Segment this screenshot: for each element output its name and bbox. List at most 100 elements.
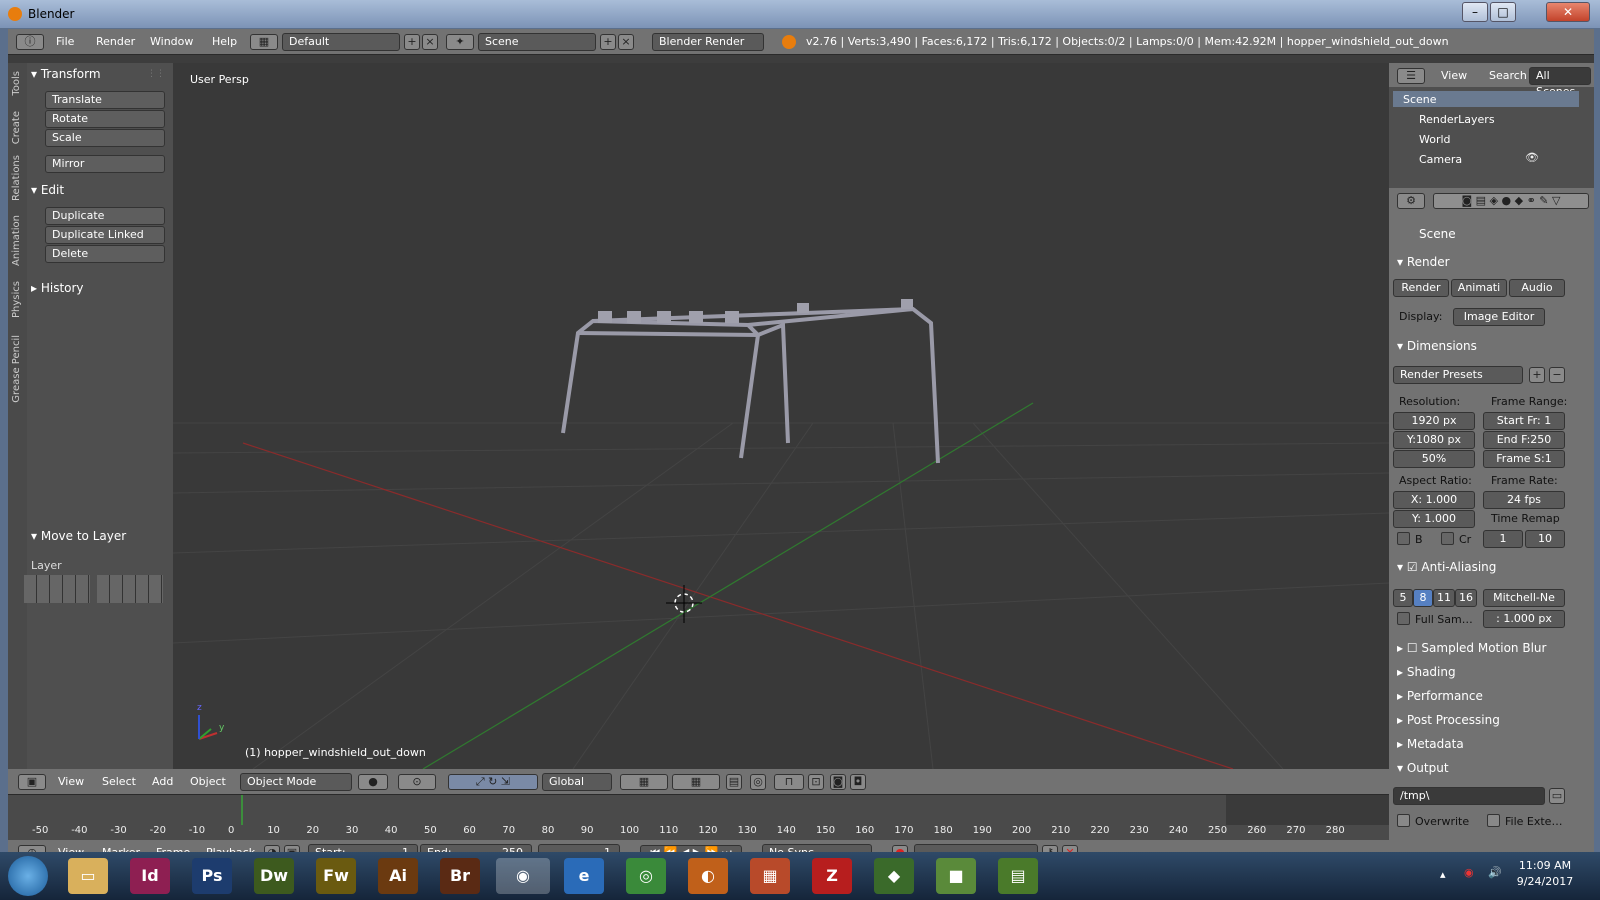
orientation-select[interactable]: Global — [542, 773, 612, 791]
start-frame-field[interactable]: Start Fr: 1 — [1483, 412, 1565, 430]
close-button[interactable]: ✕ — [1546, 2, 1590, 22]
output-panel-title[interactable]: ▾ Output — [1397, 761, 1449, 775]
render-panel-title[interactable]: ▾ Render — [1397, 255, 1450, 269]
chart-app-icon[interactable]: ▤ — [998, 858, 1038, 894]
display-select[interactable]: Image Editor — [1453, 308, 1545, 326]
layout-icon[interactable]: ▦ — [250, 34, 278, 50]
remap-new-field[interactable]: 10 — [1525, 530, 1565, 548]
tab-grease-pencil[interactable]: Grease Pencil — [11, 335, 22, 403]
metadata-panel-title[interactable]: ▸ Metadata — [1397, 737, 1464, 751]
aa-samples-8[interactable]: 8 — [1413, 589, 1433, 607]
duplicate-button[interactable]: Duplicate — [45, 207, 165, 225]
bridge-icon[interactable]: Br — [440, 858, 480, 894]
editor-type-button[interactable]: ⚙ — [1397, 193, 1425, 209]
shading-select[interactable]: ● — [358, 774, 388, 790]
remap-old-field[interactable]: 1 — [1483, 530, 1523, 548]
tab-animation[interactable]: Animation — [11, 215, 22, 266]
dimensions-panel-title[interactable]: ▾ Dimensions — [1397, 339, 1477, 353]
frame-step-field[interactable]: Frame S:1 — [1483, 450, 1565, 468]
add-layout-button[interactable]: + — [404, 34, 420, 50]
crop-checkbox[interactable] — [1441, 532, 1454, 545]
paint-icon[interactable]: ▦ — [750, 858, 790, 894]
chrome-icon[interactable]: ◎ — [626, 858, 666, 894]
indesign-icon[interactable]: Id — [130, 858, 170, 894]
audio-button[interactable]: Audio — [1509, 279, 1565, 297]
resolution-x-field[interactable]: 1920 px — [1393, 412, 1475, 430]
fireworks-icon[interactable]: Fw — [316, 858, 356, 894]
scene-select[interactable]: Scene — [478, 33, 596, 51]
outliner-row-world[interactable]: World — [1419, 133, 1451, 146]
add-preset-button[interactable]: + — [1529, 367, 1545, 383]
tab-relations[interactable]: Relations — [11, 155, 22, 201]
grip-icon[interactable]: ⋮⋮ — [147, 69, 165, 79]
remove-layout-button[interactable]: × — [422, 34, 438, 50]
menu-render[interactable]: Render — [96, 35, 135, 48]
frame-ruler[interactable]: -50 -40 -30 -20 -10 0 10 20 30 40 50 60 70 80 90 100 110… — [8, 825, 1389, 839]
blender-taskbar-icon[interactable]: ◉ — [496, 858, 550, 894]
menu-help[interactable]: Help — [212, 35, 237, 48]
3d-viewport[interactable]: y z User Persp (1) hopper_windshield_out… — [173, 63, 1389, 769]
snap-target-icon[interactable]: ⊡ — [808, 774, 824, 790]
render-anim-icon[interactable]: ◘ — [850, 774, 866, 790]
aspect-x-field[interactable]: X: 1.000 — [1393, 491, 1475, 509]
edit-panel-title[interactable]: ▾ Edit — [31, 183, 64, 197]
layout-select[interactable]: Default — [282, 33, 400, 51]
motion-blur-panel-title[interactable]: ▸ ☐ Sampled Motion Blur — [1397, 641, 1546, 655]
transform-panel-title[interactable]: ▾ Transform — [31, 67, 101, 81]
render-engine-select[interactable]: Blender Render — [652, 33, 764, 51]
system-clock[interactable]: 11:09 AM 9/24/2017 — [1510, 858, 1580, 890]
mode-select[interactable]: Object Mode — [240, 773, 352, 791]
filezilla-icon[interactable]: Z — [812, 858, 852, 894]
overwrite-checkbox[interactable] — [1397, 814, 1410, 827]
snap-icon[interactable]: ⊓ — [774, 774, 804, 790]
remove-scene-button[interactable]: × — [618, 34, 634, 50]
firefox-icon[interactable]: ◐ — [688, 858, 728, 894]
illustrator-icon[interactable]: Ai — [378, 858, 418, 894]
shading-panel-title[interactable]: ▸ Shading — [1397, 665, 1456, 679]
resolution-percent-field[interactable]: 50% — [1393, 450, 1475, 468]
menu-view[interactable]: View — [1441, 69, 1467, 82]
tab-create[interactable]: Create — [11, 111, 22, 144]
mirror-button[interactable]: Mirror — [45, 155, 165, 173]
menu-file[interactable]: File — [56, 35, 74, 48]
resolution-y-field[interactable]: Y:1080 px — [1393, 431, 1475, 449]
delete-button[interactable]: Delete — [45, 245, 165, 263]
menu-object[interactable]: Object — [190, 775, 226, 788]
add-scene-button[interactable]: + — [600, 34, 616, 50]
dreamweaver-icon[interactable]: Dw — [254, 858, 294, 894]
aa-samples-5[interactable]: 5 — [1393, 589, 1413, 607]
translate-button[interactable]: Translate — [45, 91, 165, 109]
render-presets-select[interactable]: Render Presets — [1393, 366, 1523, 384]
minimize-button[interactable]: – — [1462, 2, 1488, 22]
aa-filter-select[interactable]: Mitchell-Ne — [1483, 589, 1565, 607]
folder-icon[interactable]: ▭ — [1549, 788, 1565, 804]
scene-icon[interactable]: ✦ — [446, 34, 474, 50]
property-context-tabs[interactable]: ◙ ▤ ◈ ● ◆ ⚭ ✎ ▽ — [1433, 193, 1589, 209]
timeline[interactable]: -50 -40 -30 -20 -10 0 10 20 30 40 50 60 70 80 90 100 110… — [8, 795, 1389, 866]
output-path-field[interactable]: /tmp\ — [1393, 787, 1545, 805]
menu-view[interactable]: View — [58, 775, 84, 788]
post-processing-panel-title[interactable]: ▸ Post Processing — [1397, 713, 1500, 727]
scale-button[interactable]: Scale — [45, 129, 165, 147]
layer-grid-1[interactable] — [24, 575, 90, 603]
display-mode-select[interactable]: All Scenes — [1529, 67, 1591, 98]
manipulator-buttons[interactable]: ⤢ ↻ ⇲ — [448, 774, 538, 790]
full-sample-checkbox[interactable] — [1397, 612, 1410, 625]
start-button[interactable] — [8, 856, 48, 896]
duplicate-linked-button[interactable]: Duplicate Linked — [45, 226, 165, 244]
pivot-select[interactable]: ⊙ — [398, 774, 436, 790]
render-camera-icon[interactable]: ◙ — [830, 774, 846, 790]
editor-type-button[interactable]: ▣ — [18, 774, 46, 790]
outliner-row-camera[interactable]: Camera — [1419, 153, 1462, 166]
menu-select[interactable]: Select — [102, 775, 136, 788]
aa-samples-16[interactable]: 16 — [1455, 589, 1477, 607]
outliner-row-scene[interactable]: Scene — [1403, 93, 1437, 106]
performance-panel-title[interactable]: ▸ Performance — [1397, 689, 1483, 703]
anti-aliasing-panel-title[interactable]: ▾ ☑ Anti-Aliasing — [1397, 560, 1496, 574]
border-checkbox[interactable] — [1397, 532, 1410, 545]
proportional-edit-icon[interactable]: ◎ — [750, 774, 766, 790]
aspect-y-field[interactable]: Y: 1.000 — [1393, 510, 1475, 528]
menu-search[interactable]: Search — [1489, 69, 1527, 82]
remove-preset-button[interactable]: − — [1549, 367, 1565, 383]
history-panel-title[interactable]: ▸ History — [31, 281, 84, 295]
